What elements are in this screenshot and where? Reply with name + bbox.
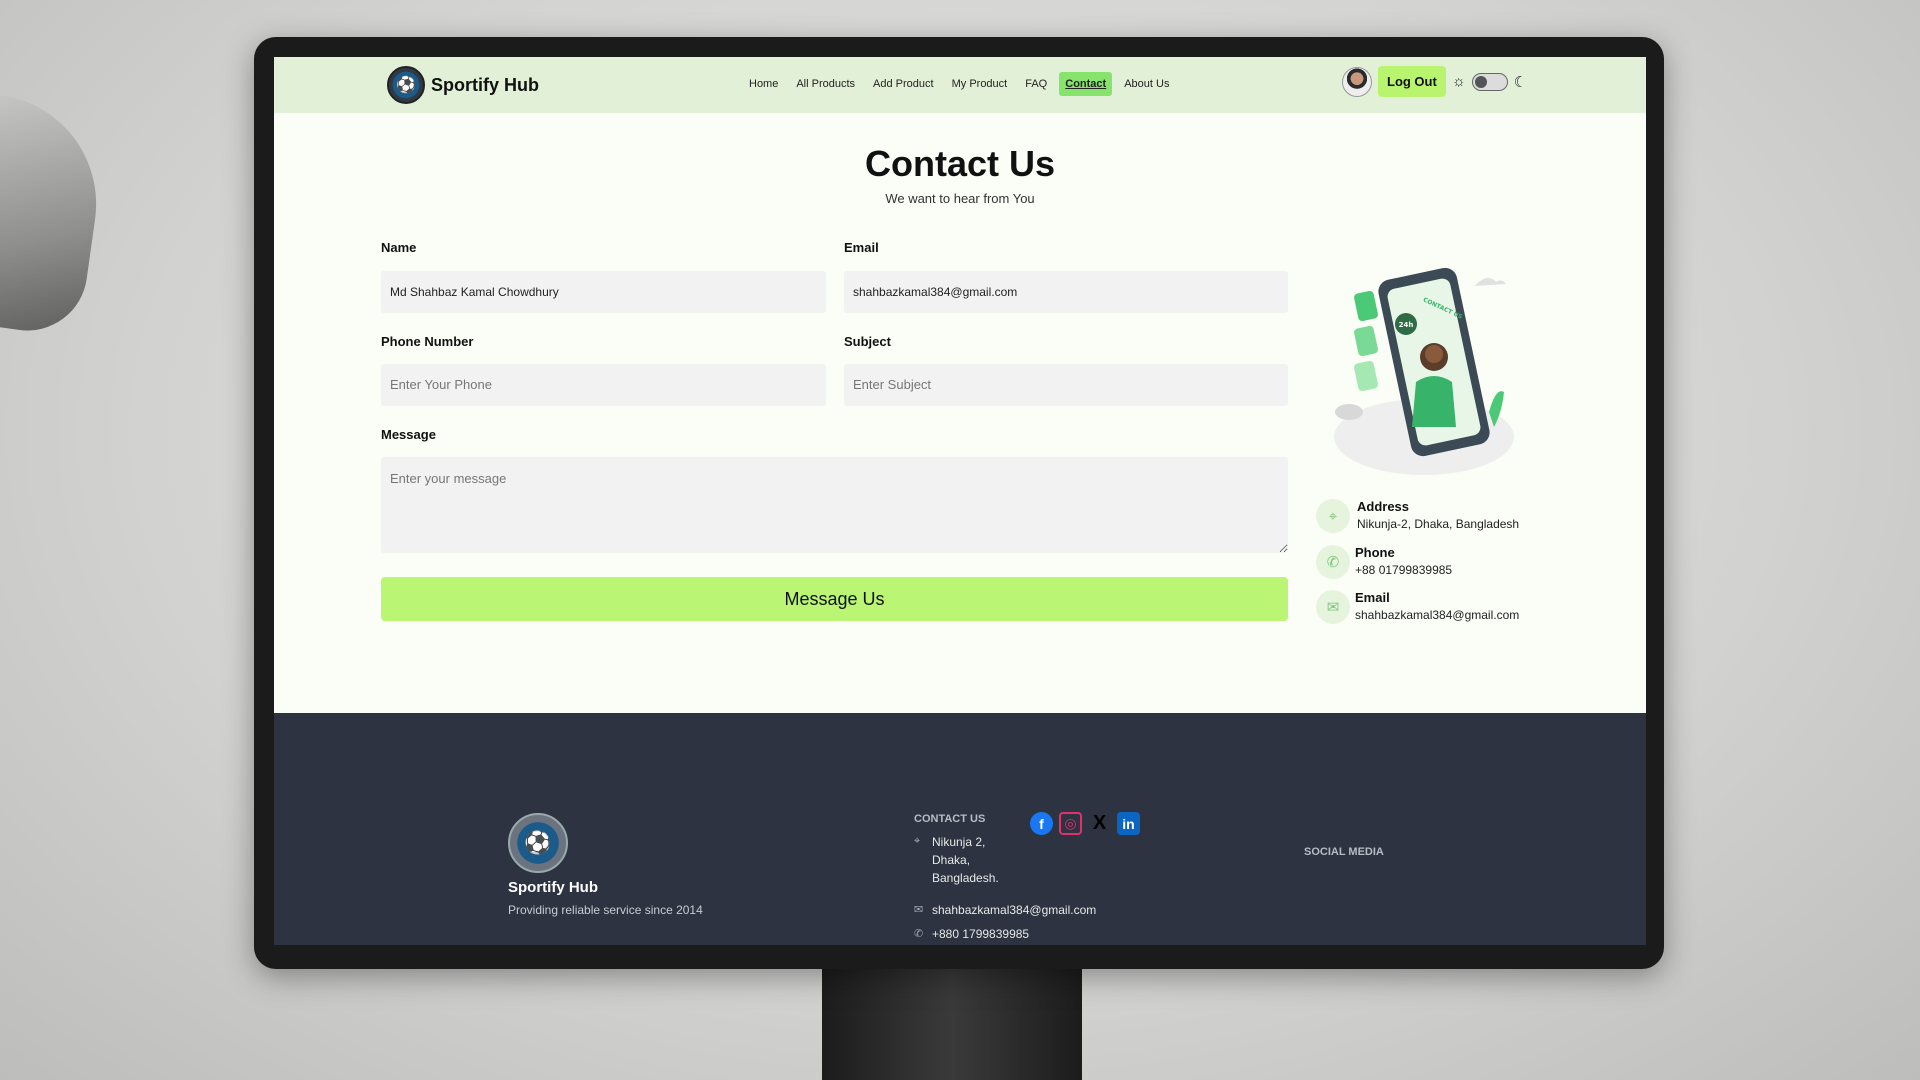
nav-link-home[interactable]: Home: [743, 72, 784, 96]
nav-link-about-us[interactable]: About Us: [1118, 72, 1175, 96]
social-links: f ◎ X in: [1030, 812, 1146, 835]
monitor-stand: [822, 955, 1082, 1080]
footer-logo-icon: ⚽: [508, 813, 568, 873]
facebook-icon[interactable]: f: [1030, 812, 1053, 835]
footer-phone[interactable]: ✆ +880 1799839985: [914, 927, 1029, 941]
message-label: Message: [381, 427, 436, 442]
instagram-icon[interactable]: ◎: [1059, 812, 1082, 835]
footer-address-line-3: Bangladesh.: [932, 871, 999, 885]
logout-button[interactable]: Log Out: [1378, 66, 1446, 97]
nav-link-all-products[interactable]: All Products: [790, 72, 861, 96]
linkedin-icon[interactable]: in: [1117, 812, 1140, 835]
nav-link-my-product[interactable]: My Product: [946, 72, 1014, 96]
contact-illustration: 24h CONTACT US: [1334, 267, 1514, 475]
info-address: ⌖ Address Nikunja-2, Dhaka, Bangladesh: [1316, 499, 1519, 533]
phone-icon: ✆: [1316, 545, 1350, 579]
footer-brand: Sportify Hub: [508, 879, 598, 896]
footer-email[interactable]: ✉ shahbazkamal384@gmail.com: [914, 903, 1096, 917]
moon-icon: ☾: [1513, 73, 1528, 91]
badge-24h: 24h: [1399, 321, 1414, 329]
brand-name: Sportify Hub: [431, 74, 539, 95]
message-us-button[interactable]: Message Us: [381, 577, 1288, 621]
email-label: Email: [844, 240, 879, 255]
mail-icon: ✉: [1316, 590, 1350, 624]
subject-input[interactable]: [844, 364, 1288, 406]
navbar: ⚽ Sportify Hub Home All Products Add Pro…: [274, 57, 1646, 113]
nav-link-add-product[interactable]: Add Product: [867, 72, 940, 96]
footer-address: ⌖ Nikunja 2, Dhaka, Bangladesh.: [914, 835, 999, 885]
nav-actions: Log Out ☼ ☾: [1342, 66, 1527, 97]
footer-phone-value: +880 1799839985: [932, 927, 1030, 941]
brand[interactable]: ⚽ Sportify Hub: [387, 66, 539, 104]
monitor-screen: ⚽ Sportify Hub Home All Products Add Pro…: [274, 57, 1646, 945]
footer-pin-icon: ⌖: [914, 835, 921, 847]
sun-icon: ☼: [1451, 73, 1466, 90]
info-email-value: shahbazkamal384@gmail.com: [1355, 608, 1520, 622]
page-subtitle: We want to hear from You: [885, 191, 1035, 206]
footer-mail-icon: ✉: [914, 904, 924, 916]
footer-tagline: Providing reliable service since 2014: [508, 903, 703, 917]
nav-link-faq[interactable]: FAQ: [1019, 72, 1053, 96]
info-address-title: Address: [1357, 499, 1410, 514]
phone-input[interactable]: [381, 364, 826, 406]
subject-label: Subject: [844, 334, 891, 349]
footer-social-heading: SOCIAL MEDIA: [1304, 846, 1384, 858]
page-title: Contact Us: [864, 143, 1056, 184]
theme-toggle[interactable]: [1471, 72, 1508, 91]
nav-menu: Home All Products Add Product My Product…: [740, 72, 1178, 96]
name-input[interactable]: [381, 271, 826, 313]
info-email-title: Email: [1355, 590, 1390, 605]
x-icon[interactable]: X: [1088, 812, 1111, 835]
avatar[interactable]: [1342, 66, 1372, 97]
email-input[interactable]: [844, 271, 1288, 313]
map-pin-icon: ⌖: [1316, 499, 1350, 533]
name-label: Name: [381, 240, 417, 255]
info-phone: ✆ Phone +88 01799839985: [1316, 545, 1452, 579]
info-email: ✉ Email shahbazkamal384@gmail.com: [1316, 590, 1519, 624]
footer-phone-icon: ✆: [914, 928, 924, 940]
info-phone-value: +88 01799839985: [1355, 563, 1453, 577]
footer-contact-heading: CONTACT US: [914, 813, 986, 825]
footer-address-line-1: Nikunja 2,: [932, 835, 986, 849]
footer-email-value: shahbazkamal384@gmail.com: [932, 903, 1097, 917]
phone-label: Phone Number: [381, 334, 474, 349]
message-textarea[interactable]: [381, 457, 1288, 553]
nav-link-contact[interactable]: Contact: [1059, 72, 1113, 96]
info-address-value: Nikunja-2, Dhaka, Bangladesh: [1357, 517, 1520, 531]
info-phone-title: Phone: [1355, 545, 1395, 560]
logo-icon: ⚽: [387, 66, 425, 104]
footer: ⚽ Sportify Hub Providing reliable servic…: [274, 713, 1646, 945]
footer-address-line-2: Dhaka,: [932, 853, 971, 867]
